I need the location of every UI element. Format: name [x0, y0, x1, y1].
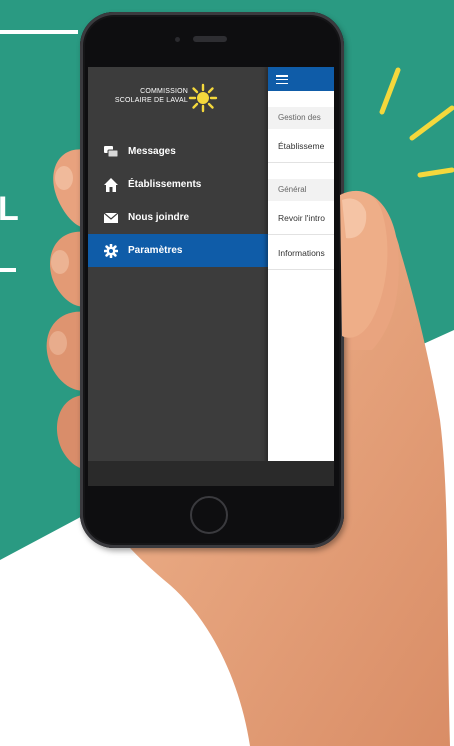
menu-item-nous-joindre[interactable]: Nous joindre: [88, 201, 268, 234]
menu-item-parametres[interactable]: Paramètres: [88, 234, 268, 267]
front-camera: [175, 37, 180, 42]
menu-item-messages[interactable]: Messages: [88, 135, 268, 168]
drawer-menu: Messages Établissements Nous joindre Par…: [88, 135, 268, 267]
screen-bottom-area: [88, 461, 334, 486]
sun-logo-icon: [188, 83, 218, 113]
gear-icon: [103, 243, 119, 259]
settings-row[interactable]: Établisseme: [268, 129, 334, 163]
menu-item-etablissements[interactable]: Établissements: [88, 168, 268, 201]
menu-label: Nous joindre: [128, 212, 190, 223]
navigation-drawer: COMMISSION SCOLAIRE DE LAVAL Messages Ét…: [88, 67, 268, 486]
settings-content-pane: Gestion des Établisseme Général Revoir l…: [268, 67, 334, 486]
logo-line-2: SCOLAIRE DE LAVAL: [114, 97, 188, 104]
phone-device: COMMISSION SCOLAIRE DE LAVAL Messages Ét…: [80, 12, 344, 548]
logo-line-1: COMMISSION: [140, 88, 188, 95]
menu-label: Messages: [128, 146, 176, 157]
earpiece-speaker: [193, 36, 227, 42]
settings-row[interactable]: Revoir l'intro: [268, 201, 334, 235]
phone-screen: COMMISSION SCOLAIRE DE LAVAL Messages Ét…: [88, 67, 334, 486]
home-icon: [103, 177, 119, 193]
section-header: Gestion des: [268, 107, 334, 129]
envelope-icon: [103, 210, 119, 226]
commission-scolaire-logo: COMMISSION SCOLAIRE DE LAVAL: [96, 83, 266, 117]
menu-label: Établissements: [128, 179, 202, 190]
home-button[interactable]: [190, 496, 228, 534]
hamburger-icon[interactable]: [276, 75, 288, 85]
app-toolbar: [268, 67, 334, 91]
settings-row[interactable]: Informations: [268, 236, 334, 270]
section-header: Général: [268, 179, 334, 201]
messages-icon: [103, 144, 119, 160]
menu-label: Paramètres: [128, 245, 183, 256]
